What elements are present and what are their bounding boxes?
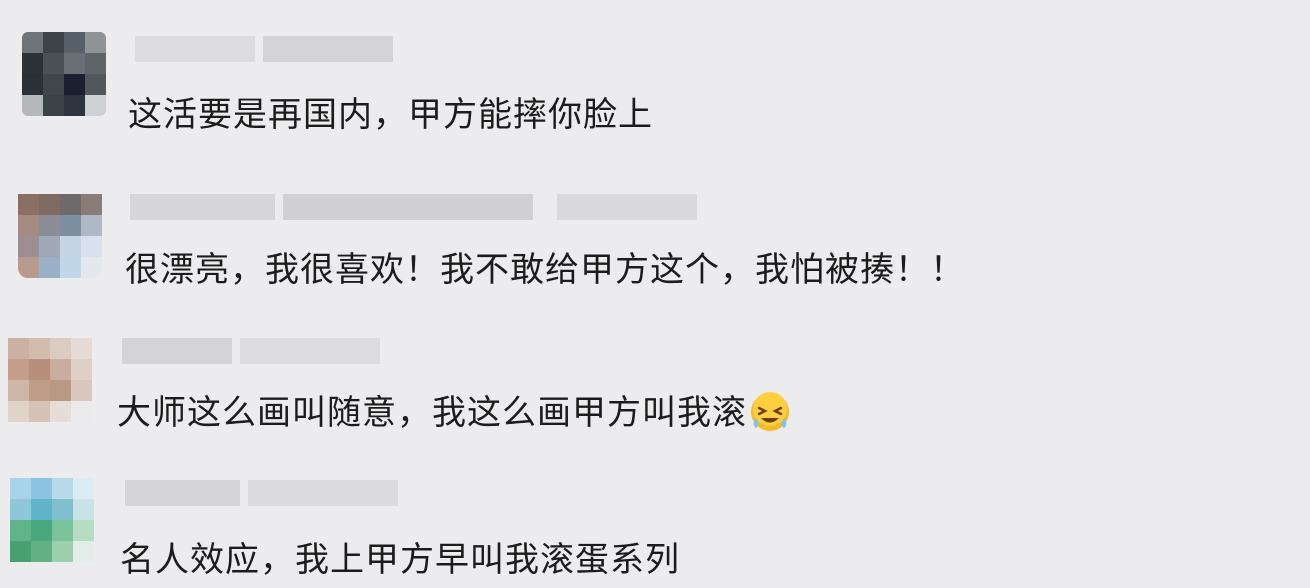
avatar-pixel xyxy=(10,478,31,499)
avatar-pixel xyxy=(81,215,102,236)
username-blurred[interactable] xyxy=(130,194,697,220)
blur-block xyxy=(122,338,232,364)
avatar-pixel xyxy=(73,520,94,541)
avatar-pixel xyxy=(73,541,94,562)
blur-block xyxy=(130,194,275,220)
blur-block xyxy=(557,194,697,220)
avatar-pixel xyxy=(64,74,85,95)
comment-text: 很漂亮，我很喜欢！我不敢给甲方这个，我怕被揍！！ xyxy=(125,250,965,290)
avatar-pixel xyxy=(60,215,81,236)
avatar[interactable] xyxy=(22,32,106,116)
avatar-pixel xyxy=(71,338,92,359)
avatar-pixel xyxy=(18,236,39,257)
avatar-pixel xyxy=(8,380,29,401)
blur-block xyxy=(283,194,533,220)
avatar-pixel xyxy=(52,478,73,499)
username-blurred[interactable] xyxy=(122,338,380,364)
avatar-pixel xyxy=(8,401,29,422)
avatar-pixel xyxy=(64,32,85,53)
avatar-pixel xyxy=(71,380,92,401)
avatar-pixel xyxy=(50,380,71,401)
comment-text: 名人效应，我上甲方早叫我滚蛋系列 xyxy=(120,540,680,580)
grinning-squinting-sweat-emoji xyxy=(749,391,791,433)
avatar-pixel xyxy=(31,541,52,562)
comment-text-content: 大师这么画叫随意，我这么画甲方叫我滚 xyxy=(117,393,747,433)
avatar-pixel xyxy=(43,74,64,95)
avatar-pixel xyxy=(52,499,73,520)
avatar-pixel xyxy=(31,478,52,499)
avatar-pixel xyxy=(50,401,71,422)
avatar-pixel xyxy=(18,215,39,236)
avatar-pixel xyxy=(71,401,92,422)
avatar-pixel xyxy=(85,74,106,95)
username-blurred[interactable] xyxy=(135,36,393,62)
comment-item: 这活要是再国内，甲方能摔你脸上 xyxy=(0,0,1310,150)
avatar-pixel xyxy=(22,32,43,53)
blur-block xyxy=(248,480,398,506)
avatar-pixel xyxy=(39,236,60,257)
avatar-pixel xyxy=(22,95,43,116)
avatar-pixel xyxy=(64,53,85,74)
avatar-pixel xyxy=(39,215,60,236)
avatar-pixel xyxy=(43,32,64,53)
avatar-pixel xyxy=(85,95,106,116)
avatar-pixel xyxy=(71,359,92,380)
avatar-pixel xyxy=(52,520,73,541)
avatar-pixel xyxy=(29,401,50,422)
avatar-pixel xyxy=(10,499,31,520)
avatar-pixel xyxy=(50,338,71,359)
avatar-pixel xyxy=(10,541,31,562)
avatar-pixel xyxy=(81,194,102,215)
avatar-pixel xyxy=(60,194,81,215)
avatar-pixel xyxy=(60,236,81,257)
blur-block xyxy=(125,480,240,506)
avatar-pixel xyxy=(22,74,43,95)
avatar-pixel xyxy=(81,257,102,278)
avatar-pixel xyxy=(18,257,39,278)
avatar-pixel xyxy=(22,53,43,74)
avatar-pixel xyxy=(64,95,85,116)
avatar-pixel xyxy=(50,359,71,380)
avatar-pixel xyxy=(60,257,81,278)
comment-item: 大师这么画叫随意，我这么画甲方叫我滚 xyxy=(0,325,1310,470)
avatar[interactable] xyxy=(18,194,102,278)
avatar-pixel xyxy=(39,194,60,215)
avatar-pixel xyxy=(10,520,31,541)
avatar-pixel xyxy=(31,499,52,520)
comment-text: 大师这么画叫随意，我这么画甲方叫我滚 xyxy=(117,391,791,436)
avatar-pixel xyxy=(29,359,50,380)
avatar-pixel xyxy=(52,541,73,562)
avatar-pixel xyxy=(73,478,94,499)
avatar-pixel xyxy=(8,338,29,359)
username-blurred[interactable] xyxy=(125,480,398,506)
avatar-pixel xyxy=(85,53,106,74)
avatar-pixel xyxy=(73,499,94,520)
avatar[interactable] xyxy=(8,338,92,422)
comment-item: 名人效应，我上甲方早叫我滚蛋系列 xyxy=(0,470,1310,588)
avatar[interactable] xyxy=(10,478,94,562)
comment-text: 这活要是再国内，甲方能摔你脸上 xyxy=(128,95,653,135)
avatar-pixel xyxy=(85,32,106,53)
avatar-pixel xyxy=(81,236,102,257)
avatar-pixel xyxy=(39,257,60,278)
avatar-pixel xyxy=(29,380,50,401)
blur-block xyxy=(135,36,255,62)
avatar-pixel xyxy=(43,95,64,116)
avatar-pixel xyxy=(31,520,52,541)
blur-block xyxy=(263,36,393,62)
avatar-pixel xyxy=(8,359,29,380)
avatar-pixel xyxy=(29,338,50,359)
avatar-pixel xyxy=(43,53,64,74)
comment-item: 很漂亮，我很喜欢！我不敢给甲方这个，我怕被揍！！ xyxy=(0,150,1310,325)
blur-block xyxy=(240,338,380,364)
avatar-pixel xyxy=(18,194,39,215)
